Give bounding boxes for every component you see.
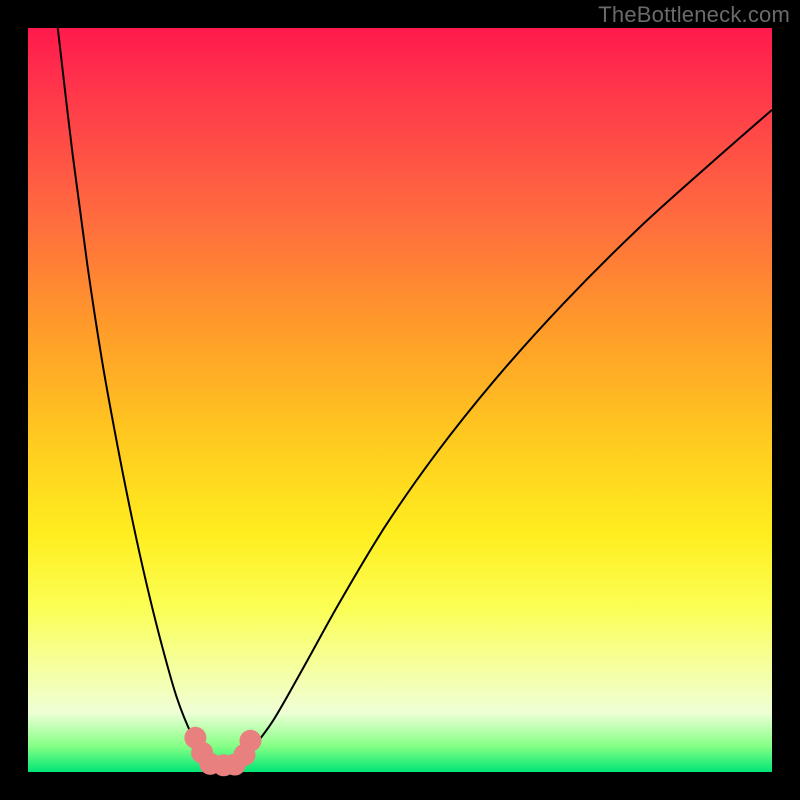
plot-area: [28, 28, 772, 772]
frame: TheBottleneck.com: [0, 0, 800, 800]
watermark-text: TheBottleneck.com: [598, 2, 790, 28]
marker-dot: [239, 730, 261, 752]
left-curve: [58, 28, 214, 765]
right-curve: [236, 110, 772, 765]
chart-svg: [28, 28, 772, 772]
marker-group: [184, 727, 261, 777]
